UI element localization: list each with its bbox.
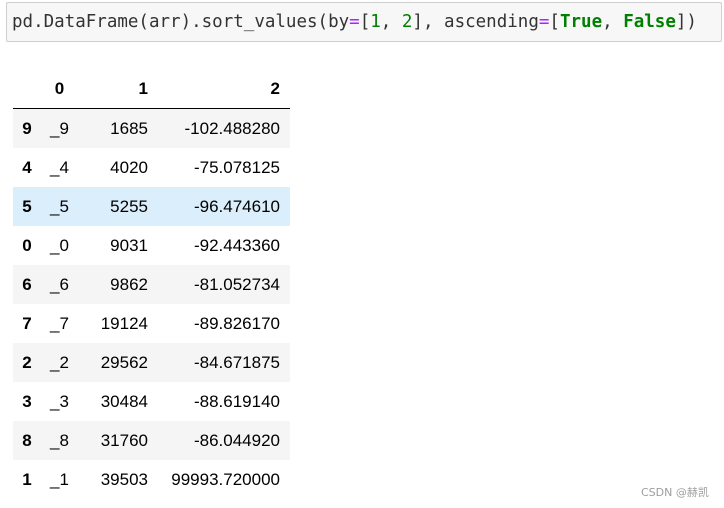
table-row: 9 _9 1685 -102.488280 [13, 108, 290, 148]
code-operator: = [538, 12, 550, 32]
table-row: 8 _8 31760 -86.044920 [13, 421, 290, 460]
row-index-cell: 3 [22, 391, 32, 411]
cell-col-2: -86.044920 [193, 430, 280, 450]
code-operator: = [349, 12, 360, 32]
code-bracket: ] [412, 12, 423, 32]
table-header-row: 0 1 2 [13, 70, 290, 109]
cell-col-1: 9862 [110, 274, 148, 294]
cell-col-2: -88.619140 [193, 391, 280, 411]
cell-col-0: _8 [50, 430, 69, 450]
cell-col-2: -92.443360 [193, 235, 280, 255]
cell-col-2: -96.474610 [193, 196, 280, 216]
code-cell-input[interactable]: pd.DataFrame(arr).sort_values(by=[1, 2],… [6, 2, 722, 42]
table-row: 1 _1 39503 99993.720000 [13, 460, 290, 499]
code-bracket: ]) [675, 12, 697, 32]
row-index-cell: 4 [22, 157, 32, 177]
row-index-cell: 7 [22, 313, 32, 333]
code-bracket: [ [359, 12, 371, 32]
code-keyword: True [559, 12, 603, 32]
watermark-text: CSDN @赫凯 [641, 486, 709, 499]
cell-col-0: _2 [50, 352, 69, 372]
code-bracket: [ [549, 12, 560, 32]
code-text: pd.DataFrame(arr).sort_values(by [12, 12, 350, 32]
row-index-cell: 1 [22, 469, 32, 489]
cell-col-1: 31760 [100, 430, 148, 450]
cell-col-2: -84.671875 [193, 352, 280, 372]
cell-col-2: -102.488280 [184, 118, 280, 138]
cell-col-1: 4020 [110, 157, 148, 177]
code-separator: , [380, 12, 402, 32]
cell-col-0: _5 [50, 196, 69, 216]
table-row: 6 _6 9862 -81.052734 [13, 265, 290, 304]
table-row: 3 _3 30484 -88.619140 [13, 382, 290, 421]
cell-col-0: _9 [50, 118, 69, 138]
cell-col-2: 99993.720000 [171, 469, 280, 489]
table-row: 5 _5 5255 -96.474610 [13, 187, 290, 226]
cell-col-2: -81.052734 [193, 274, 280, 294]
code-text: , ascending [422, 12, 539, 32]
cell-col-1: 30484 [100, 391, 148, 411]
code-keyword: False [623, 12, 676, 32]
row-index-cell: 0 [22, 235, 32, 255]
code-number: 2 [401, 12, 413, 32]
column-header: 2 [158, 70, 290, 109]
cell-col-0: _7 [50, 313, 69, 333]
cell-col-2: -89.826170 [193, 313, 280, 333]
cell-col-1: 9031 [110, 235, 148, 255]
column-header: 1 [78, 70, 158, 109]
index-header [13, 70, 41, 109]
cell-col-1: 19124 [100, 313, 148, 333]
cell-col-1: 1685 [110, 118, 148, 138]
column-header: 0 [41, 70, 78, 109]
cell-col-0: _1 [50, 469, 69, 489]
table-row: 0 _0 9031 -92.443360 [13, 226, 290, 265]
cell-col-0: _3 [50, 391, 69, 411]
row-index-cell: 6 [22, 274, 32, 294]
table-body: 9 _9 1685 -102.488280 4 _4 4020 -75.078125 5 _5 52… [13, 108, 290, 499]
dataframe-output-table: 0 1 2 9 _9 1685 -102.488280 4 _4 4020 -75.07812… [13, 70, 290, 499]
row-index-cell: 9 [22, 118, 32, 138]
table-row: 7 _7 19124 -89.826170 [13, 304, 290, 343]
table-row: 4 _4 4020 -75.078125 [13, 148, 290, 187]
cell-col-2: -75.078125 [193, 157, 280, 177]
code-number: 1 [370, 12, 381, 32]
cell-col-1: 5255 [110, 196, 148, 216]
cell-col-0: _6 [50, 274, 69, 294]
cell-col-0: _0 [50, 235, 69, 255]
code-separator: , [602, 12, 624, 32]
table-row: 2 _2 29562 -84.671875 [13, 343, 290, 382]
row-index-cell: 8 [22, 430, 32, 450]
cell-col-1: 39503 [100, 469, 148, 489]
cell-col-1: 29562 [100, 352, 148, 372]
row-index-cell: 5 [22, 196, 32, 216]
cell-col-0: _4 [50, 157, 69, 177]
row-index-cell: 2 [22, 352, 32, 372]
